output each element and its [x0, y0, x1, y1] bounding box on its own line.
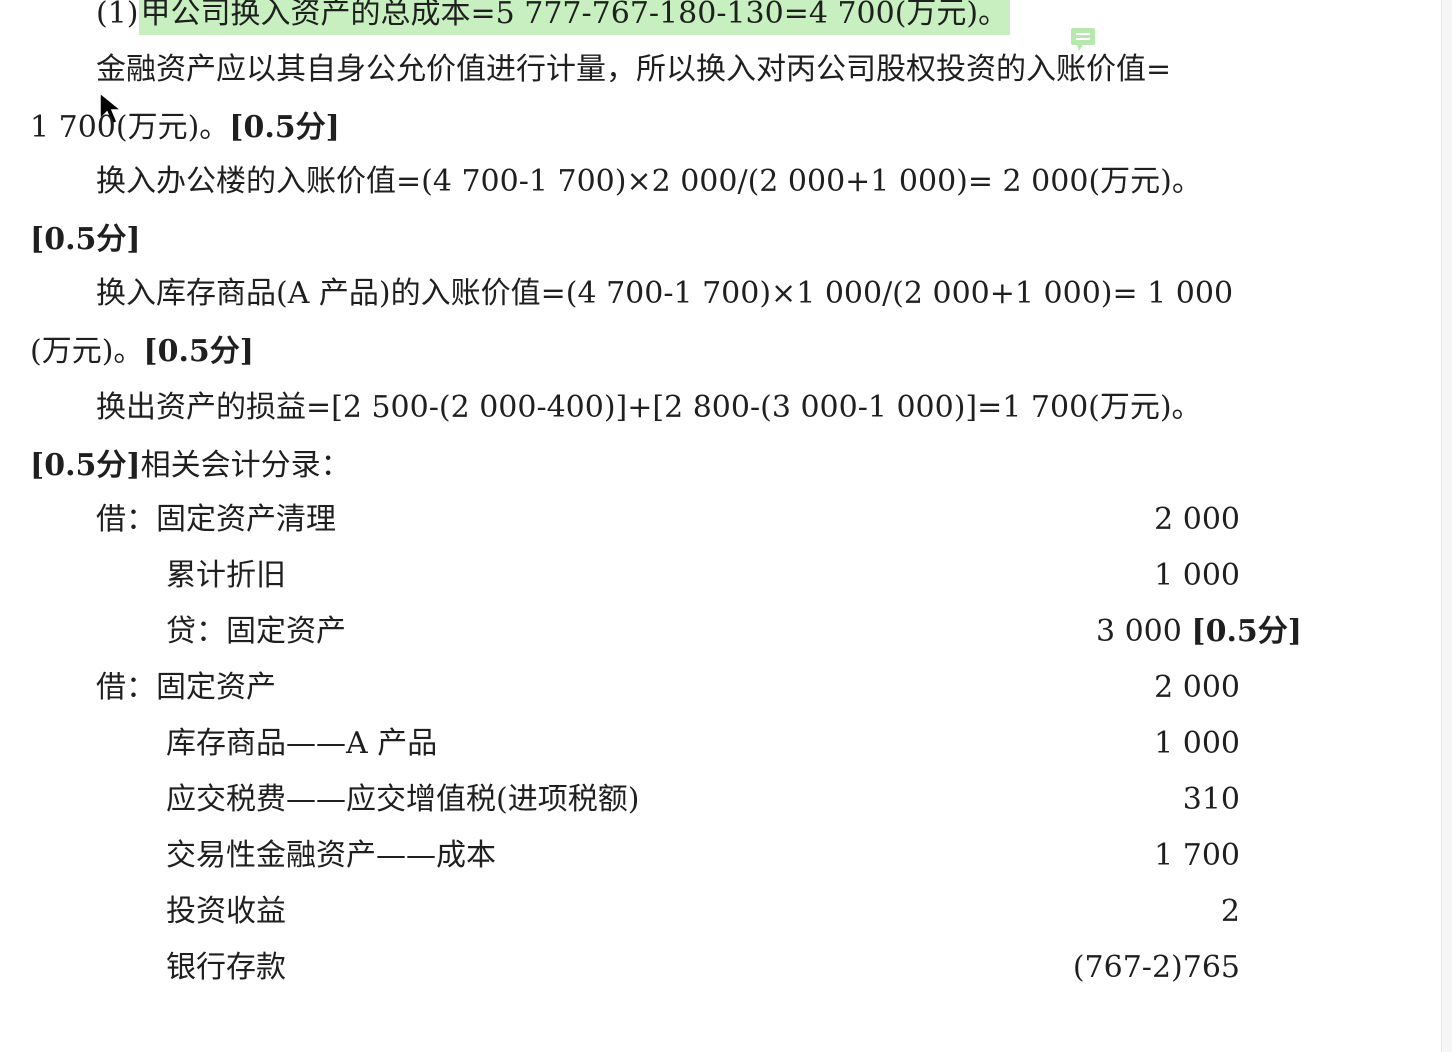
- journal-entry-account: 交易性金融资产——成本: [166, 838, 496, 873]
- paragraph-inventory-product-a: 换入库存商品(A 产品)的入账价值=(4 700-1 700)×1 000/(2…: [96, 276, 1234, 311]
- journal-entry-account: 库存商品——A 产品: [166, 726, 438, 761]
- paragraph-financial-asset: 金融资产应以其自身公允价值进行计量，所以换入对丙公司股权投资的入账价值=: [96, 52, 1172, 87]
- journal-entry-amount: 3 000: [1095, 614, 1182, 649]
- journal-entry-amount: (767-2)765: [1072, 950, 1240, 985]
- paragraph-inventory-unit: (万元)。[0.5分]: [30, 332, 254, 372]
- journal-entry-amount: 1 700: [1154, 838, 1240, 873]
- journal-entry-amount-with-score: 3 000 [0.5分]: [1096, 612, 1302, 652]
- journal-entry-amount: 2 000: [1154, 502, 1240, 537]
- score-marker: [0.5分]: [1191, 614, 1302, 649]
- paragraph-office-building: 换入办公楼的入账价值=(4 700-1 700)×2 000/(2 000+1 …: [96, 164, 1202, 199]
- journal-entry-account: 应交税费——应交增值税(进项税额): [166, 782, 640, 817]
- document-page: (1)甲公司换入资产的总成本=5 777-767-180-130=4 700(万…: [0, 0, 1440, 1052]
- item-number: (1): [96, 0, 139, 31]
- journal-entry-amount: 1 000: [1154, 558, 1240, 593]
- score-marker: [0.5分]: [30, 448, 141, 483]
- inventory-unit-text: (万元)。: [30, 334, 144, 369]
- journal-entry-account: 投资收益: [166, 894, 286, 929]
- score-marker: [0.5分]: [30, 222, 141, 257]
- journal-entry-account: 银行存款: [166, 950, 286, 985]
- financial-asset-value-text: 1 700(万元)。: [30, 110, 230, 145]
- journal-heading-text: 相关会计分录：: [140, 448, 351, 483]
- journal-entry-account: 借：固定资产: [96, 670, 276, 705]
- paragraph-total-cost: (1)甲公司换入资产的总成本=5 777-767-180-130=4 700(万…: [96, 0, 1011, 35]
- paragraph-journal-heading: [0.5分]相关会计分录：: [30, 446, 351, 486]
- viewer-right-edge: [1441, 0, 1452, 1052]
- comment-note-icon[interactable]: [1069, 26, 1097, 52]
- paragraph-asset-gain-loss: 换出资产的损益=[2 500-(2 000-400)]+[2 800-(3 00…: [96, 390, 1202, 425]
- journal-entry-amount: 2 000: [1154, 670, 1240, 705]
- score-marker: [0.5分]: [229, 110, 340, 145]
- journal-entry-account: 借：固定资产清理: [96, 502, 336, 537]
- journal-entry-amount: 2: [1220, 894, 1240, 929]
- score-marker: [0.5分]: [143, 334, 255, 369]
- journal-entry-account: 累计折旧: [166, 558, 286, 593]
- journal-entry-amount: 1 000: [1154, 726, 1240, 761]
- paragraph-financial-asset-value: 1 700(万元)。[0.5分]: [30, 108, 340, 148]
- highlighted-total-cost-text[interactable]: 甲公司换入资产的总成本=5 777-767-180-130=4 700(万元)。: [138, 0, 1011, 35]
- journal-entry-amount: 310: [1182, 782, 1240, 817]
- journal-entry-account: 贷：固定资产: [166, 614, 346, 649]
